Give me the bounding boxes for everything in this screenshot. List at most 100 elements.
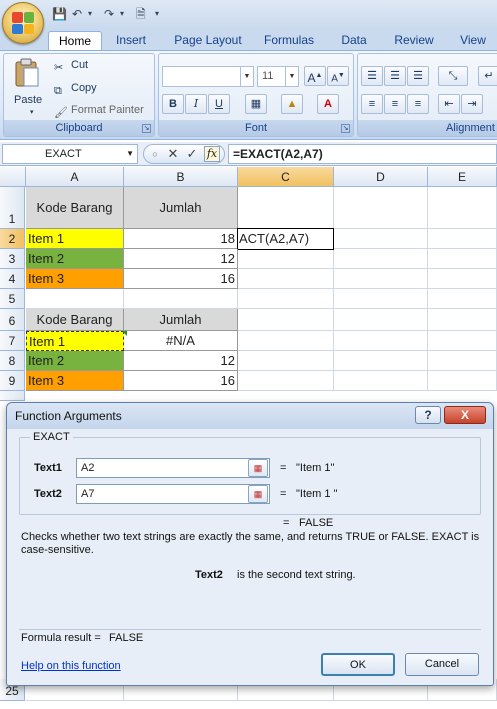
cell[interactable] xyxy=(238,331,334,351)
cancel-formula-icon[interactable]: ✕ xyxy=(165,146,181,162)
text2-input[interactable]: A7 xyxy=(76,484,270,504)
align-bottom-icon[interactable]: ☰ xyxy=(407,66,429,86)
format-painter-button[interactable]: 🖌 Format Painter xyxy=(54,104,144,120)
orientation-icon[interactable]: ⤡ xyxy=(438,66,468,86)
cell[interactable] xyxy=(428,249,497,269)
cell-b8[interactable]: 12 xyxy=(124,351,238,371)
align-left-icon[interactable]: ≡ xyxy=(361,94,383,114)
cell[interactable] xyxy=(428,269,497,289)
cell-a4[interactable]: Item 3 xyxy=(26,269,124,289)
cell[interactable] xyxy=(334,289,428,309)
cell-a8[interactable]: Item 2 xyxy=(26,351,124,371)
grow-font-icon[interactable]: A▲ xyxy=(304,66,326,86)
cell[interactable] xyxy=(334,269,428,289)
paste-dropdown-icon[interactable]: ▾ xyxy=(30,108,34,116)
cell[interactable] xyxy=(238,371,334,391)
cell[interactable] xyxy=(334,309,428,331)
cell[interactable] xyxy=(334,331,428,351)
wrap-text-icon[interactable]: ↵ xyxy=(478,66,497,86)
help-on-function-link[interactable]: Help on this function xyxy=(21,660,121,672)
dialog-help-button[interactable]: ? xyxy=(415,406,441,424)
cell[interactable] xyxy=(26,289,124,309)
cell-b6[interactable]: Jumlah xyxy=(124,309,238,331)
collapse-dialog-icon[interactable]: ▦ xyxy=(248,459,268,477)
row-header[interactable]: 5 xyxy=(0,289,25,309)
cell[interactable] xyxy=(428,289,497,309)
borders-icon[interactable]: ▦ xyxy=(245,94,267,114)
row-header[interactable]: 3 xyxy=(0,249,25,269)
cell-b4[interactable]: 16 xyxy=(124,269,238,289)
cell[interactable] xyxy=(428,351,497,371)
cell-a3[interactable]: Item 2 xyxy=(26,249,124,269)
dialog-close-button[interactable]: X xyxy=(444,406,486,424)
formula-input[interactable]: =EXACT(A2,A7) xyxy=(228,144,497,164)
row-header[interactable]: 8 xyxy=(0,351,25,371)
cell[interactable] xyxy=(238,269,334,289)
tab-formulas[interactable]: Formulas xyxy=(258,31,320,50)
row-header[interactable]: 4 xyxy=(0,269,25,289)
cell-a9[interactable]: Item 3 xyxy=(26,371,124,391)
row-header[interactable]: 6 xyxy=(0,309,25,331)
row-header[interactable]: 9 xyxy=(0,371,25,391)
cell[interactable] xyxy=(334,371,428,391)
cell[interactable] xyxy=(124,289,238,309)
redo-dropdown-icon[interactable]: ▾ xyxy=(120,6,124,22)
increase-indent-icon[interactable]: ⇥ xyxy=(461,94,483,114)
paste-button[interactable]: Paste xyxy=(14,94,42,106)
cell-b1[interactable]: Jumlah xyxy=(124,187,238,229)
select-all-corner[interactable] xyxy=(0,167,26,187)
cell-b7[interactable]: #N/A xyxy=(124,331,238,351)
cell-b2[interactable]: 18 xyxy=(124,229,238,249)
save-icon[interactable]: 💾 xyxy=(52,6,67,22)
underline-icon[interactable]: U xyxy=(208,94,230,114)
fill-color-icon[interactable]: ▲ xyxy=(281,94,303,114)
column-header-a[interactable]: A xyxy=(26,167,124,187)
align-center-icon[interactable]: ≡ xyxy=(384,94,406,114)
font-launcher-icon[interactable]: ↘ xyxy=(341,124,350,133)
cell[interactable] xyxy=(334,351,428,371)
cell[interactable] xyxy=(238,289,334,309)
cell[interactable] xyxy=(428,371,497,391)
font-color-icon[interactable]: A xyxy=(317,94,339,114)
customize-qat-icon[interactable]: ▾ xyxy=(155,6,159,22)
bold-icon[interactable]: B xyxy=(162,94,184,114)
cell[interactable] xyxy=(334,249,428,269)
column-header-b[interactable]: B xyxy=(124,167,238,187)
cell-b9[interactable]: 16 xyxy=(124,371,238,391)
insert-function-icon[interactable]: fx xyxy=(204,146,220,162)
redo-icon[interactable]: ↷ xyxy=(104,6,114,22)
name-box[interactable]: EXACT ▼ xyxy=(2,144,138,164)
cell[interactable] xyxy=(428,331,497,351)
office-button[interactable] xyxy=(2,2,44,44)
cell[interactable] xyxy=(238,351,334,371)
cancel-button[interactable]: Cancel xyxy=(405,653,479,676)
align-top-icon[interactable]: ☰ xyxy=(361,66,383,86)
row-header[interactable] xyxy=(0,391,25,401)
tab-view[interactable]: View xyxy=(452,31,494,50)
cell-c1[interactable] xyxy=(238,187,334,229)
column-header-c[interactable]: C xyxy=(238,167,334,187)
row-header[interactable]: 2 xyxy=(0,229,25,249)
cell-a6[interactable]: Kode Barang xyxy=(26,309,124,331)
cell-a2[interactable]: Item 1 xyxy=(26,229,124,249)
copy-button[interactable]: ⧉ Copy xyxy=(54,82,97,99)
font-size-combo[interactable]: 11 ▼ xyxy=(257,66,299,87)
cell[interactable] xyxy=(428,187,497,229)
column-header-e[interactable]: E xyxy=(428,167,497,187)
clipboard-launcher-icon[interactable]: ↘ xyxy=(142,124,151,133)
tab-page-layout[interactable]: Page Layout xyxy=(168,31,248,50)
collapse-dialog-icon[interactable]: ▦ xyxy=(248,485,268,503)
cell[interactable] xyxy=(428,229,497,249)
enter-formula-icon[interactable]: ✓ xyxy=(184,146,200,162)
tab-insert[interactable]: Insert xyxy=(108,31,154,50)
italic-icon[interactable]: I xyxy=(185,94,207,114)
ok-button[interactable]: OK xyxy=(321,653,395,676)
tab-home[interactable]: Home xyxy=(48,31,102,50)
tab-review[interactable]: Review xyxy=(386,31,442,50)
cell[interactable] xyxy=(238,309,334,331)
new-document-icon[interactable]: 🗎 xyxy=(136,6,146,22)
shrink-font-icon[interactable]: A▼ xyxy=(327,66,349,86)
cell[interactable] xyxy=(428,309,497,331)
align-middle-icon[interactable]: ☰ xyxy=(384,66,406,86)
cell[interactable] xyxy=(238,249,334,269)
